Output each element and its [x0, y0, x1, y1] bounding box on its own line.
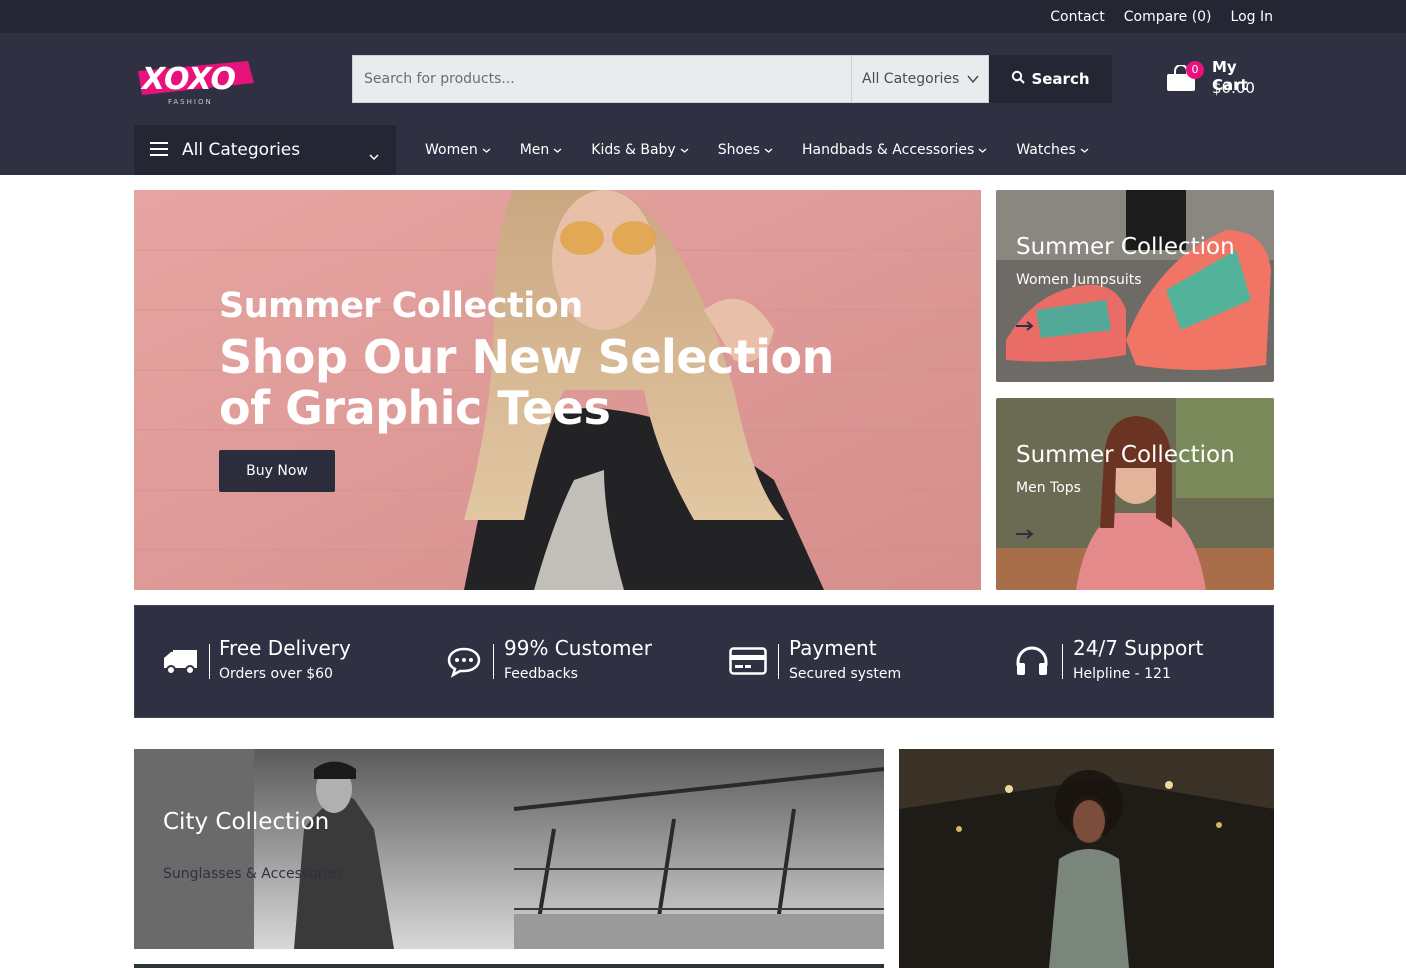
promo-subtitle: Men Tops [1016, 480, 1081, 496]
arrow-right-icon[interactable] [1016, 524, 1034, 543]
chevron-down-icon [369, 146, 379, 165]
cart-amount: $0.00 [1212, 79, 1255, 97]
search-input[interactable] [364, 71, 851, 87]
buy-now-button[interactable]: Buy Now [219, 450, 335, 492]
top-links: Contact Compare (0) Log In [1050, 0, 1273, 33]
main-nav: Women Men Kids & Baby Shoes Handbads & A… [425, 125, 1118, 175]
feature-subtitle: Feedbacks [504, 666, 578, 682]
logo-wordmark: XOXO [140, 62, 236, 97]
all-categories-label: All Categories [182, 140, 301, 160]
chevron-down-icon [967, 72, 979, 88]
all-categories-dropdown[interactable]: All Categories [134, 125, 396, 175]
promo-card-women-jumpsuits[interactable]: Summer Collection Women Jumpsuits [996, 190, 1274, 382]
hero-banner: Summer Collection Shop Our New Selection… [134, 190, 981, 590]
search-bar: All Categories Search [352, 55, 1112, 103]
nav-item-label: Watches [1016, 142, 1076, 158]
feature-divider [209, 644, 210, 679]
arrow-right-icon[interactable] [1016, 316, 1034, 335]
feature-divider [493, 644, 494, 679]
truck-icon [163, 646, 199, 680]
cart-count-badge: 0 [1186, 61, 1204, 79]
features-bar: Free Delivery Orders over $60 99% Custom… [134, 605, 1274, 718]
chevron-down-icon [680, 148, 689, 153]
feature-subtitle: Helpline - 121 [1073, 666, 1171, 682]
feature-subtitle: Orders over $60 [219, 666, 333, 682]
compare-link[interactable]: Compare (0) [1124, 9, 1212, 25]
collection-subtitle: Sunglasses & Accessories [163, 866, 344, 882]
chat-bubble-icon [446, 646, 482, 682]
feature-customer-feedback: 99% Customer Feedbacks [446, 606, 716, 719]
next-banner-edge [134, 964, 884, 968]
feature-subtitle: Secured system [789, 666, 902, 682]
chevron-down-icon [978, 148, 987, 153]
city-collection-image [134, 749, 884, 949]
feature-support: 24/7 Support Helpline - 121 [1015, 606, 1265, 719]
nav-item-handbags[interactable]: Handbads & Accessories [802, 142, 987, 158]
headphones-icon [1015, 646, 1049, 680]
promo-card-men-tops[interactable]: Summer Collection Men Tops [996, 398, 1274, 590]
promo-title: Summer Collection [1016, 234, 1235, 260]
search-button[interactable]: Search [989, 55, 1112, 103]
login-link[interactable]: Log In [1231, 9, 1273, 25]
promo-subtitle: Women Jumpsuits [1016, 272, 1142, 288]
feature-free-delivery: Free Delivery Orders over $60 [163, 606, 433, 719]
feature-title: Payment [789, 636, 877, 660]
nav-item-label: Women [425, 142, 478, 158]
collection-card-model[interactable] [899, 749, 1274, 968]
nav-item-men[interactable]: Men [520, 142, 563, 158]
collection-card-city[interactable]: City Collection Sunglasses & Accessories [134, 749, 884, 949]
chevron-down-icon [553, 148, 562, 153]
brand-logo[interactable]: XOXO FASHION [134, 51, 256, 107]
logo-subtext: FASHION [168, 98, 213, 106]
feature-divider [778, 644, 779, 679]
search-category-value: All Categories [862, 71, 960, 87]
top-bar: Contact Compare (0) Log In [0, 0, 1406, 33]
nav-item-women[interactable]: Women [425, 142, 491, 158]
site-header: XOXO FASHION All Categories Search 0 My … [0, 33, 1406, 175]
model-image [899, 749, 1274, 968]
credit-card-icon [729, 646, 767, 680]
feature-divider [1062, 644, 1063, 679]
collection-title: City Collection [163, 809, 330, 835]
cart-widget[interactable]: 0 My Cart $0.00 [1166, 57, 1276, 101]
nav-item-kids-baby[interactable]: Kids & Baby [591, 142, 689, 158]
feature-payment: Payment Secured system [729, 606, 999, 719]
nav-item-watches[interactable]: Watches [1016, 142, 1089, 158]
nav-item-shoes[interactable]: Shoes [718, 142, 773, 158]
feature-title: 24/7 Support [1073, 636, 1204, 660]
hero-kicker: Summer Collection [219, 286, 583, 326]
search-field-wrapper [352, 55, 851, 103]
contact-link[interactable]: Contact [1050, 9, 1104, 25]
nav-item-label: Kids & Baby [591, 142, 676, 158]
feature-title: Free Delivery [219, 636, 351, 660]
chevron-down-icon [1080, 148, 1089, 153]
chevron-down-icon [764, 148, 773, 153]
hero-headline: Shop Our New Selection of Graphic Tees [219, 330, 834, 435]
nav-item-label: Men [519, 142, 550, 158]
nav-item-label: Shoes [717, 142, 760, 158]
search-button-label: Search [1031, 70, 1090, 88]
feature-title: 99% Customer [504, 636, 652, 660]
nav-item-label: Handbads & Accessories [801, 142, 975, 158]
promo-title: Summer Collection [1016, 442, 1235, 468]
search-category-select[interactable]: All Categories [851, 55, 989, 103]
chevron-down-icon [482, 148, 491, 153]
search-icon [1011, 70, 1026, 88]
hamburger-icon [150, 141, 168, 160]
